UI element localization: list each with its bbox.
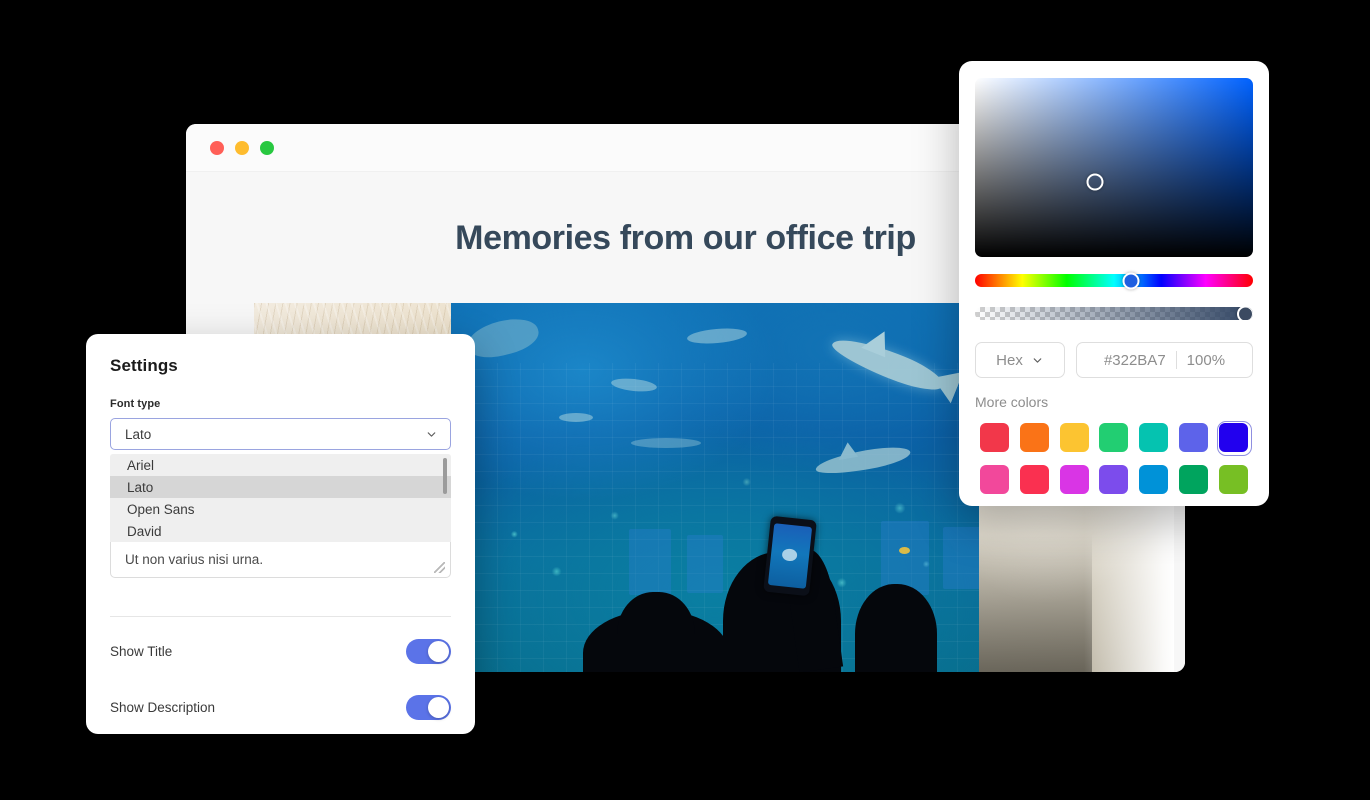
color-format-label: Hex [996,351,1023,369]
swatch-wrap[interactable] [1175,421,1211,454]
swatch-wrap[interactable] [1096,463,1132,496]
toggle-knob [428,696,449,718]
color-swatch[interactable] [1059,423,1089,452]
show-title-toggle[interactable] [406,638,451,664]
swatch-wrap[interactable] [1136,421,1172,454]
alpha-slider[interactable] [975,307,1253,320]
settings-divider [110,616,451,617]
screenshot-stage: Memories from our office trip Settings F… [0,0,1370,800]
hex-value-text: #322BA7 [1103,351,1166,369]
settings-panel: Settings Font type Lato Ariel Lato Open … [86,334,475,734]
color-format-select[interactable]: Hex [975,342,1065,378]
person-silhouette [616,592,695,672]
maximize-window-icon[interactable] [260,140,274,155]
color-picker-panel: Hex #322BA7 100% More colors [959,61,1269,506]
resize-handle-icon[interactable] [434,562,445,573]
swatch-wrap[interactable] [1096,421,1132,454]
swatch-wrap[interactable] [1017,463,1053,496]
color-swatch[interactable] [1178,423,1208,452]
color-swatch[interactable] [1218,465,1248,494]
description-textarea-value: Ut non varius nisi urna. [125,552,264,567]
field-separator [1175,351,1177,369]
swatch-wrap[interactable] [977,463,1013,496]
hue-slider-handle[interactable] [1122,272,1140,289]
tank-panel [686,535,723,593]
phone-silhouette [763,515,817,597]
dropdown-option-open-sans[interactable]: Open Sans [110,498,451,520]
swatch-wrap[interactable] [1056,421,1092,454]
show-title-row: Show Title [110,629,451,673]
more-colors-label: More colors [975,394,1049,410]
dropdown-scrollbar-thumb[interactable] [443,458,447,494]
hex-value-field[interactable]: #322BA7 100% [1076,342,1253,378]
phone-screen [767,523,813,589]
color-swatch[interactable] [1020,423,1050,452]
swatch-wrap[interactable] [977,421,1013,454]
settings-title: Settings [110,356,178,375]
color-swatch[interactable] [1059,465,1089,494]
color-swatch[interactable] [1178,465,1208,494]
minimize-window-icon[interactable] [235,140,249,155]
show-description-toggle[interactable] [406,694,451,720]
color-inputs-row: Hex #322BA7 100% [975,342,1253,378]
window-controls [210,140,274,155]
color-swatch[interactable] [1139,423,1169,452]
swatch-wrap[interactable] [1175,463,1211,496]
chevron-down-icon [1033,357,1042,363]
font-type-dropdown-list[interactable]: Ariel Lato Open Sans David [110,454,451,542]
chevron-down-icon [427,431,436,437]
sofa-shadow [978,534,1093,672]
yellow-fish-shape [898,547,910,554]
close-window-icon[interactable] [210,140,224,155]
show-description-row: Show Description [110,685,451,729]
saturation-value-area[interactable] [975,78,1253,257]
font-type-label: Font type [110,398,161,410]
alpha-slider-handle[interactable] [1237,307,1253,320]
dropdown-option-david[interactable]: David [110,520,451,542]
show-title-label: Show Title [110,643,173,659]
color-swatch[interactable] [1099,423,1129,452]
toggle-knob [428,640,449,662]
person-silhouette [854,584,937,672]
color-swatch[interactable] [980,423,1010,452]
tank-panel [942,527,979,589]
dropdown-option-lato[interactable]: Lato [110,476,451,498]
saturation-value-handle[interactable] [1086,173,1104,191]
dropdown-option-ariel[interactable]: Ariel [110,454,451,476]
color-swatch[interactable] [980,465,1010,494]
swatch-wrap[interactable] [1056,463,1092,496]
description-textarea[interactable]: Ut non varius nisi urna. [110,542,451,578]
color-swatch[interactable] [1139,465,1169,494]
gallery-image-aquarium[interactable] [450,303,979,672]
color-swatch-selected[interactable] [1218,423,1248,452]
color-swatch[interactable] [1020,465,1050,494]
font-type-select[interactable]: Lato [110,418,451,450]
swatch-wrap-selected[interactable] [1215,421,1253,456]
swatch-wrap[interactable] [1215,463,1251,496]
font-type-value: Lato [125,426,152,442]
hue-slider[interactable] [975,272,1253,289]
color-swatch-grid [975,421,1253,496]
aquarium-photo [450,303,979,672]
opacity-value-text: 100% [1186,351,1226,369]
alpha-gradient [975,307,1253,320]
tank-panel [628,529,671,595]
show-description-label: Show Description [110,699,216,715]
swatch-wrap[interactable] [1017,421,1053,454]
color-swatch[interactable] [1099,465,1129,494]
swatch-wrap[interactable] [1136,463,1172,496]
